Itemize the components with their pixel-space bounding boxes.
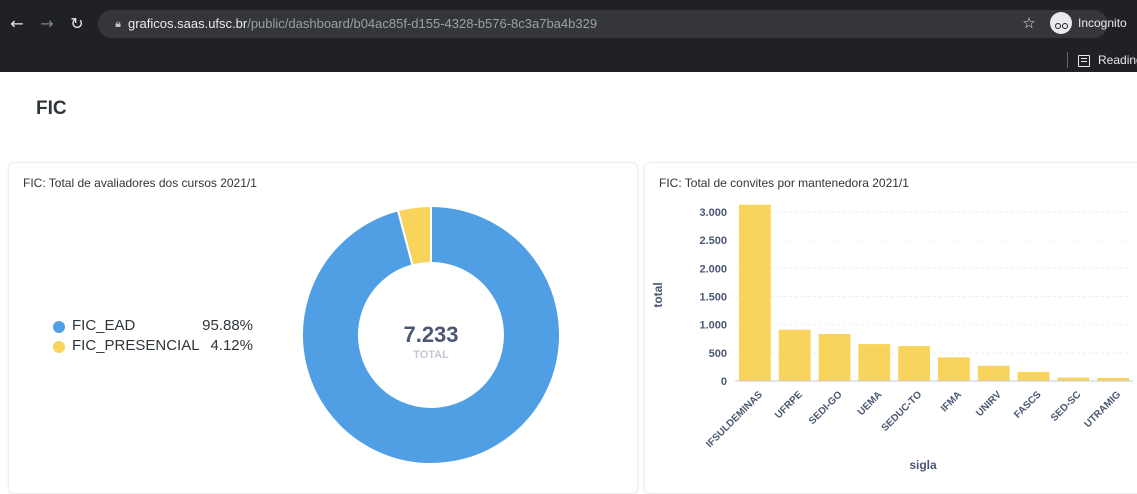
legend-percent: 95.88% <box>202 317 253 334</box>
x-tick-label: UEMA <box>856 389 885 418</box>
y-axis-label: total <box>651 282 665 307</box>
bar-unirv[interactable] <box>977 365 1010 381</box>
legend-dot <box>53 341 65 353</box>
x-tick-label: IFMA <box>939 389 964 414</box>
bar-sed-sc[interactable] <box>1057 377 1090 381</box>
bar-seduc-to[interactable] <box>898 346 931 381</box>
incognito-icon <box>1050 12 1072 34</box>
donut-total-value: 7.233 <box>403 322 458 347</box>
bar-chart: 0 500 1.000 1.500 2.000 2.500 3.000 IFSULDEMIN… <box>651 204 1133 472</box>
address-bar[interactable]: 🔒︎ graficos.saas.ufsc.br/public/dashboar… <box>98 10 1108 38</box>
donut-total-label: TOTAL <box>413 349 449 361</box>
x-tick-label: SED-SC <box>1049 389 1084 424</box>
donut-chart-title[interactable]: FIC: Total de avaliadores dos cursos 202… <box>23 176 257 190</box>
bar-ifma[interactable] <box>937 357 970 381</box>
bar-fascs[interactable] <box>1017 371 1050 381</box>
legend-item-fic-presencial[interactable]: FIC_PRESENCIAL 4.12% <box>53 337 263 357</box>
url-text: graficos.saas.ufsc.br/public/dashboard/b… <box>128 10 597 38</box>
lock-icon[interactable]: 🔒︎ <box>110 16 126 32</box>
y-tick-label: 3.000 <box>699 207 727 219</box>
incognito-badge[interactable]: Incognito <box>1050 12 1127 36</box>
y-tick-label: 500 <box>709 348 727 360</box>
reading-list-button[interactable]: Reading <box>1078 50 1137 70</box>
legend-label: FIC_EAD <box>72 317 136 334</box>
bar-chart-card: FIC: Total de convites por mantenedora 2… <box>644 162 1137 494</box>
y-tick-label: 0 <box>721 376 727 388</box>
url-host: graficos.saas.ufsc.br <box>128 16 248 31</box>
x-tick-label: IFSULDEMINAS <box>704 389 765 450</box>
x-tick-label: SEDUC-TO <box>880 389 925 434</box>
bar-ufrpe[interactable] <box>778 329 811 381</box>
donut-chart-card: FIC: Total de avaliadores dos cursos 202… <box>8 162 638 494</box>
x-tick-label: UTRAMIG <box>1082 389 1123 430</box>
browser-chrome: ← → ↻ 🔒︎ graficos.saas.ufsc.br/public/da… <box>0 0 1137 72</box>
y-tick-label: 1.000 <box>699 320 727 332</box>
x-tick-label: UNIRV <box>974 389 1004 419</box>
bar-uema[interactable] <box>858 344 891 381</box>
donut-legend: FIC_EAD 95.88% FIC_PRESENCIAL 4.12% <box>53 317 263 357</box>
bar-ifsuldeminas[interactable] <box>738 204 771 381</box>
forward-arrow-icon[interactable]: → <box>36 13 58 35</box>
x-tick-label: FASCS <box>1012 389 1044 421</box>
incognito-label: Incognito <box>1078 16 1127 30</box>
x-tick-label: UFRPE <box>773 389 805 421</box>
legend-item-fic-ead[interactable]: FIC_EAD 95.88% <box>53 317 263 337</box>
bookmark-star-icon[interactable]: ☆ <box>1018 13 1040 35</box>
toolbar-divider <box>1067 52 1068 68</box>
dashboard-title: FIC <box>36 98 67 119</box>
y-tick-label: 2.500 <box>699 235 727 247</box>
back-arrow-icon[interactable]: ← <box>6 13 28 35</box>
x-tick-label: SEDI-GO <box>807 389 845 427</box>
legend-label: FIC_PRESENCIAL <box>72 337 200 354</box>
bar-chart-title[interactable]: FIC: Total de convites por mantenedora 2… <box>659 176 909 190</box>
reading-list-icon <box>1078 54 1090 67</box>
reading-list-label: Reading <box>1098 53 1137 67</box>
legend-dot <box>53 321 65 333</box>
reload-icon[interactable]: ↻ <box>66 13 88 35</box>
legend-percent: 4.12% <box>210 337 253 354</box>
x-axis-label: sigla <box>909 458 937 472</box>
donut-chart: 7.233 TOTAL <box>301 204 561 465</box>
y-tick-label: 1.500 <box>699 292 727 304</box>
bar-sedi-go[interactable] <box>818 333 851 381</box>
url-path: /public/dashboard/b04ac85f-d155-4328-b57… <box>247 16 598 31</box>
y-tick-label: 2.000 <box>699 263 727 275</box>
